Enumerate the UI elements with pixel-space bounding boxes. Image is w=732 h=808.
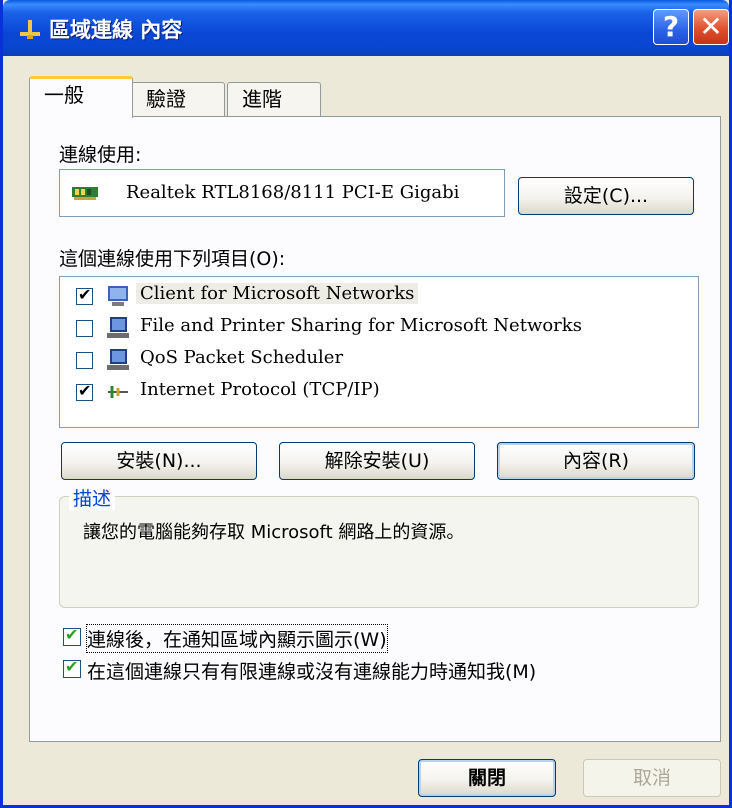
list-item[interactable]: File and Printer Sharing for Microsoft N… — [70, 313, 690, 343]
network-service-icon — [107, 349, 129, 370]
install-button[interactable]: 安裝(N)... — [61, 442, 257, 480]
list-item[interactable]: ✔ Client for Microsoft Networks — [70, 281, 690, 311]
list-item[interactable]: QoS Packet Scheduler — [70, 345, 690, 375]
item-checkbox[interactable]: ✔ — [76, 381, 93, 401]
protocol-icon — [108, 386, 128, 398]
item-label: File and Printer Sharing for Microsoft N… — [140, 315, 582, 336]
tab-general[interactable]: 一般 — [29, 76, 133, 118]
description-group — [59, 496, 699, 608]
item-label: Internet Protocol (TCP/IP) — [140, 379, 380, 400]
notify-label[interactable]: 在這個連線只有有限連線或沒有連線能力時通知我(M) — [87, 657, 536, 684]
window-title: 區域連線 內容 — [49, 18, 183, 42]
item-checkbox[interactable]: ✔ — [76, 285, 93, 305]
item-label: Client for Microsoft Networks — [136, 283, 419, 304]
connect-using-label: 連線使用: — [59, 144, 142, 166]
network-client-icon — [108, 286, 128, 306]
uninstall-button[interactable]: 解除安裝(U) — [279, 442, 475, 480]
help-button[interactable]: ? — [653, 9, 689, 45]
close-window-button[interactable]: ✕ — [693, 9, 729, 45]
list-item[interactable]: ✔ Internet Protocol (TCP/IP) — [70, 377, 690, 407]
show-icon-label[interactable]: 連線後，在通知區域內顯示圖示(W) — [86, 624, 388, 653]
tab-advanced[interactable]: 進階 — [227, 82, 321, 116]
network-service-icon — [107, 317, 129, 338]
properties-button[interactable]: 內容(R) — [497, 442, 695, 480]
tab-authentication[interactable]: 驗證 — [131, 82, 225, 116]
adapter-name: Realtek RTL8168/8111 PCI-E Gigabi — [126, 182, 460, 203]
description-text: 讓您的電腦能夠存取 Microsoft 網路上的資源。 — [83, 522, 465, 543]
show-icon-checkbox[interactable]: ✔ — [63, 625, 81, 646]
description-title: 描述 — [69, 484, 116, 511]
title-bar[interactable]: 區域連線 內容 ? ✕ — [3, 0, 729, 56]
item-label: QoS Packet Scheduler — [140, 347, 344, 368]
dialog-window: 區域連線 內容 ? ✕ 一般 驗證 進階 連線使用: Realtek RTL81… — [0, 0, 732, 808]
item-checkbox[interactable] — [76, 320, 93, 337]
adapter-box: Realtek RTL8168/8111 PCI-E Gigabi — [59, 169, 505, 217]
close-button[interactable]: 關閉 — [418, 759, 556, 797]
network-connection-icon — [20, 20, 40, 39]
configure-button[interactable]: 設定(C)... — [518, 177, 694, 215]
notify-checkbox[interactable]: ✔ — [63, 657, 81, 678]
items-label: 這個連線使用下列項目(O): — [59, 248, 286, 270]
cancel-button[interactable]: 取消 — [583, 759, 721, 797]
item-checkbox[interactable] — [76, 352, 93, 369]
network-adapter-icon — [72, 187, 98, 200]
components-list[interactable]: ✔ Client for Microsoft Networks File and… — [59, 276, 699, 428]
